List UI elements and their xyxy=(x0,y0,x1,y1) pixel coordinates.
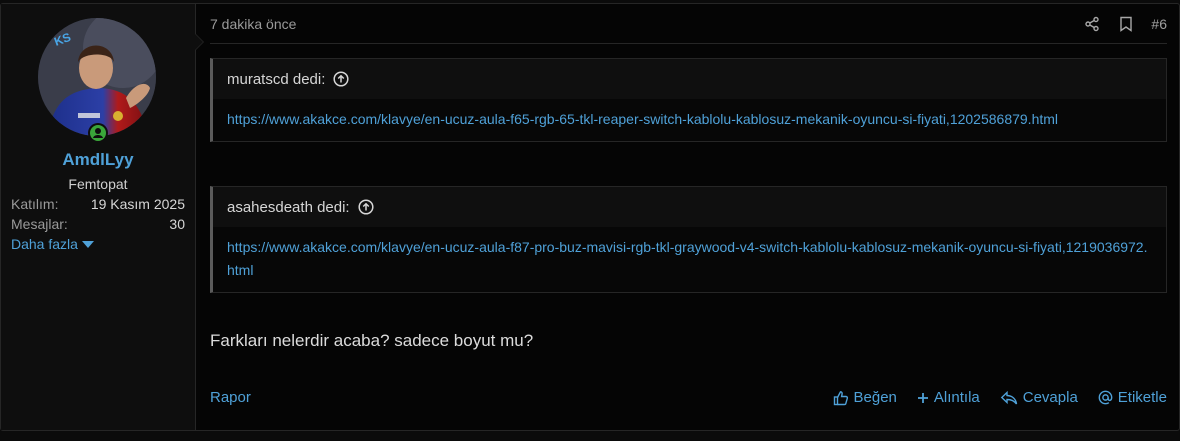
avatar-image: KS xyxy=(38,18,156,136)
quote-block: asahesdeath dedi: https://www.akakce.com… xyxy=(210,186,1167,293)
stat-value: 30 xyxy=(169,216,185,232)
quote-button[interactable]: Alıntıla xyxy=(917,389,980,406)
quote-header: muratscd dedi: xyxy=(213,59,1166,99)
post-content: 7 dakika önce #6 muratscd dedi: https://… xyxy=(196,4,1179,430)
arrow-up-circle-icon[interactable] xyxy=(333,71,349,87)
post-number[interactable]: #6 xyxy=(1151,16,1167,32)
quote-label: Alıntıla xyxy=(933,389,980,406)
quote-block: muratscd dedi: https://www.akakce.com/kl… xyxy=(210,58,1167,142)
like-label: Beğen xyxy=(853,389,897,406)
header-actions: #6 xyxy=(1083,15,1167,33)
tag-button[interactable]: Etiketle xyxy=(1098,389,1167,406)
reply-label: Cevapla xyxy=(1022,389,1078,406)
stat-row-messages: Mesajlar: 30 xyxy=(11,216,185,232)
caret-down-icon xyxy=(81,240,94,248)
user-title: Femtopat xyxy=(68,176,128,192)
share-icon[interactable] xyxy=(1083,15,1101,33)
quote-link[interactable]: https://www.akakce.com/klavye/en-ucuz-au… xyxy=(227,111,1058,127)
thumbs-up-icon xyxy=(833,390,848,405)
quote-author[interactable]: asahesdeath dedi: xyxy=(227,199,350,216)
reply-icon xyxy=(1000,390,1017,404)
post-message: Farkları nelerdir acaba? sadece boyut mu… xyxy=(210,331,534,350)
username[interactable]: AmdlLyy xyxy=(11,150,185,170)
avatar[interactable]: KS xyxy=(38,18,156,136)
at-icon xyxy=(1098,390,1113,405)
footer-actions: Beğen Alıntıla Cevapla Etiketle xyxy=(833,389,1167,406)
post-footer: Rapor Beğen Alıntıla Cevapla Etiketle xyxy=(210,389,1167,406)
reply-button[interactable]: Cevapla xyxy=(1000,389,1078,406)
quote-header: asahesdeath dedi: xyxy=(213,187,1166,227)
post-timestamp[interactable]: 7 dakika önce xyxy=(210,16,296,32)
more-label: Daha fazla xyxy=(11,236,78,252)
avatar-wrap[interactable]: KS xyxy=(38,18,156,143)
report-link[interactable]: Rapor xyxy=(210,389,251,406)
plus-icon xyxy=(917,392,928,403)
like-button[interactable]: Beğen xyxy=(833,389,897,406)
quote-body: https://www.akakce.com/klavye/en-ucuz-au… xyxy=(213,99,1166,141)
tag-label: Etiketle xyxy=(1117,389,1167,406)
bookmark-icon[interactable] xyxy=(1117,15,1135,33)
online-icon xyxy=(90,125,106,141)
stat-row-joined: Katılım: 19 Kasım 2025 xyxy=(11,196,185,212)
more-toggle[interactable]: Daha fazla xyxy=(11,236,94,252)
post-header: 7 dakika önce #6 xyxy=(210,4,1167,44)
quote-author[interactable]: muratscd dedi: xyxy=(227,71,325,88)
user-panel: KS AmdlLyy Femtopat Katılım: 19 Kasım 20… xyxy=(1,4,204,430)
quote-link[interactable]: https://www.akakce.com/klavye/en-ucuz-au… xyxy=(227,239,1148,278)
stat-label: Mesajlar: xyxy=(11,216,68,232)
stat-value: 19 Kasım 2025 xyxy=(90,196,185,212)
arrow-up-circle-icon[interactable] xyxy=(358,199,374,215)
online-indicator xyxy=(88,123,108,143)
stat-label: Katılım: xyxy=(11,196,59,212)
quote-body: https://www.akakce.com/klavye/en-ucuz-au… xyxy=(213,227,1166,292)
post-container: KS AmdlLyy Femtopat Katılım: 19 Kasım 20… xyxy=(0,3,1180,431)
